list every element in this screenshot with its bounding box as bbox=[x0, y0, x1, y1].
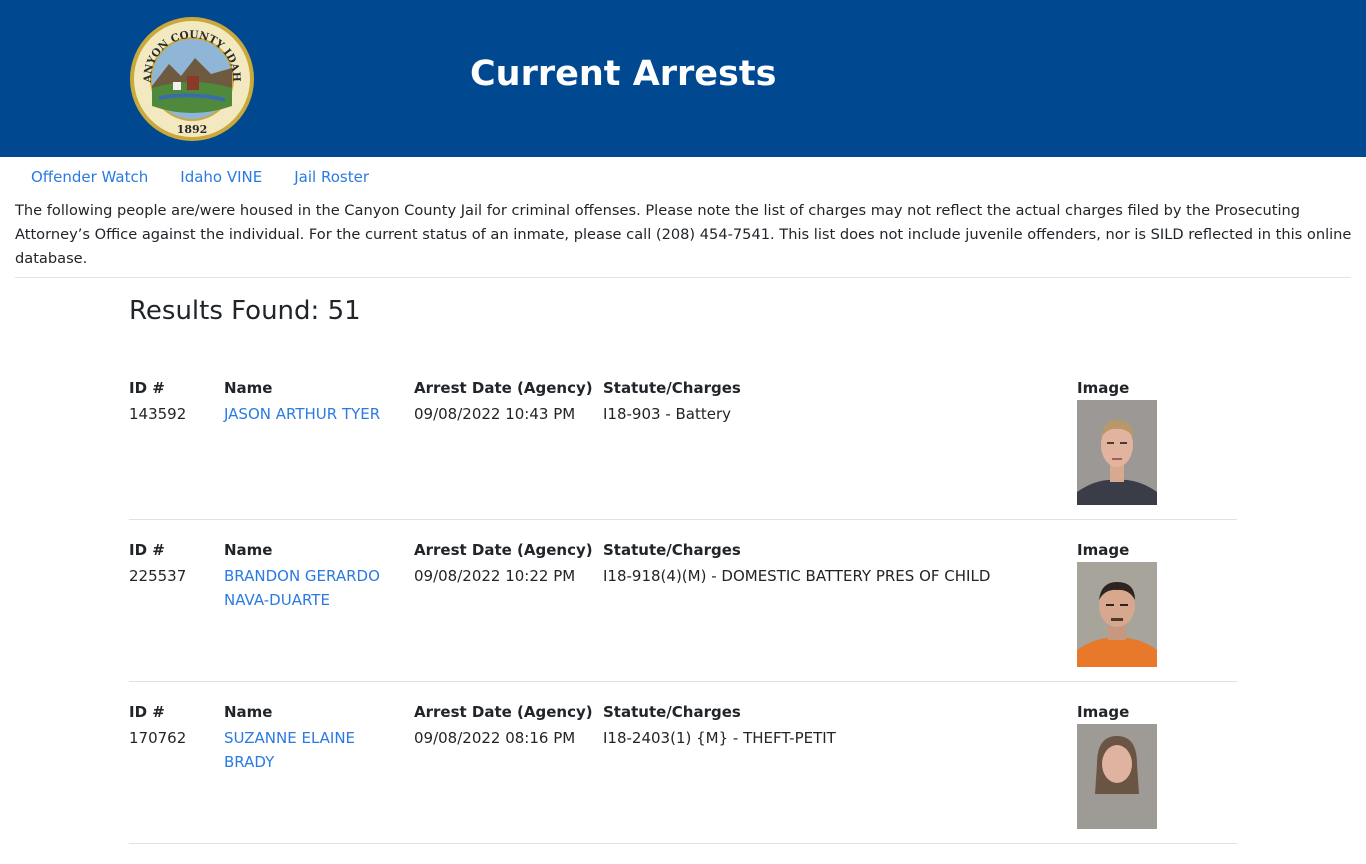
date-header: Arrest Date (Agency) bbox=[414, 541, 593, 559]
charges-header: Statute/Charges bbox=[603, 379, 741, 397]
record-arrest-date: 09/08/2022 10:43 PM bbox=[414, 405, 576, 423]
results-count: Results Found: 51 bbox=[129, 296, 361, 326]
page-header: CANYON COUNTY IDAHO 1892 Current Arrests bbox=[0, 0, 1366, 157]
seal-year: 1892 bbox=[177, 123, 208, 136]
nav-bar: Offender Watch Idaho VINE Jail Roster bbox=[15, 157, 385, 197]
id-header: ID # bbox=[129, 541, 165, 559]
intro-text: The following people are/were housed in … bbox=[15, 202, 1352, 267]
page-title: Current Arrests bbox=[470, 54, 777, 94]
name-header: Name bbox=[224, 379, 273, 397]
record-name-link[interactable]: BRANDON GERARDO NAVA-DUARTE bbox=[224, 564, 404, 612]
record-name-link[interactable]: SUZANNE ELAINE BRADY bbox=[224, 726, 404, 774]
row-divider bbox=[129, 843, 1237, 844]
canyon-county-seal-logo: CANYON COUNTY IDAHO 1892 bbox=[129, 16, 254, 141]
nav-link-idaho-vine[interactable]: Idaho VINE bbox=[164, 157, 278, 197]
record-arrest-date: 09/08/2022 08:16 PM bbox=[414, 729, 576, 747]
list-item: ID # 170762 Name SUZANNE ELAINE BRADY Ar… bbox=[129, 702, 1237, 864]
name-header: Name bbox=[224, 541, 273, 559]
records-list: ID # 143592 Name JASON ARTHUR TYER Arres… bbox=[129, 378, 1237, 864]
list-item: ID # 225537 Name BRANDON GERARDO NAVA-DU… bbox=[129, 540, 1237, 702]
record-id: 143592 bbox=[129, 405, 187, 423]
name-header: Name bbox=[224, 703, 273, 721]
record-arrest-date: 09/08/2022 10:22 PM bbox=[414, 567, 576, 585]
image-header: Image bbox=[1077, 379, 1130, 397]
row-divider bbox=[129, 681, 1237, 682]
record-charges: I18-918(4)(M) - DOMESTIC BATTERY PRES OF… bbox=[603, 567, 991, 585]
record-charges: I18-903 - Battery bbox=[603, 405, 732, 423]
date-header: Arrest Date (Agency) bbox=[414, 379, 593, 397]
image-header: Image bbox=[1077, 703, 1130, 721]
list-item: ID # 143592 Name JASON ARTHUR TYER Arres… bbox=[129, 378, 1237, 540]
id-header: ID # bbox=[129, 703, 165, 721]
row-divider bbox=[129, 519, 1237, 520]
date-header: Arrest Date (Agency) bbox=[414, 703, 593, 721]
mugshot-image[interactable] bbox=[1077, 562, 1157, 667]
id-header: ID # bbox=[129, 379, 165, 397]
mugshot-image[interactable] bbox=[1077, 400, 1157, 505]
image-header: Image bbox=[1077, 541, 1130, 559]
nav-link-offender-watch[interactable]: Offender Watch bbox=[15, 157, 164, 197]
charges-header: Statute/Charges bbox=[603, 541, 741, 559]
record-id: 225537 bbox=[129, 567, 187, 585]
nav-link-jail-roster[interactable]: Jail Roster bbox=[278, 157, 385, 197]
divider bbox=[15, 277, 1351, 278]
mugshot-image[interactable] bbox=[1077, 724, 1157, 829]
record-name-link[interactable]: JASON ARTHUR TYER bbox=[224, 402, 404, 426]
charges-header: Statute/Charges bbox=[603, 703, 741, 721]
record-id: 170762 bbox=[129, 729, 187, 747]
record-charges: I18-2403(1) {M} - THEFT-PETIT bbox=[603, 729, 836, 747]
